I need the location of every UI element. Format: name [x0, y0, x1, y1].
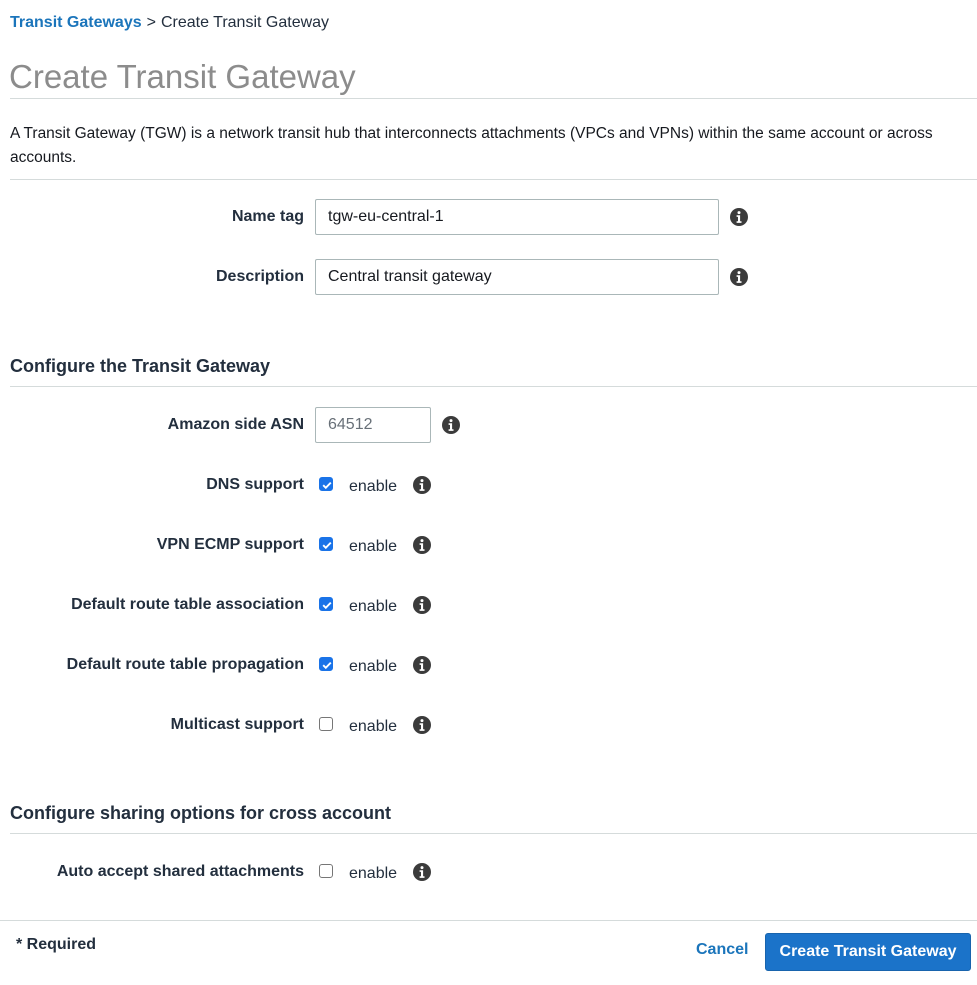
- name-tag-label: Name tag: [231, 208, 304, 225]
- name-tag-row: Name tag: [0, 199, 977, 235]
- checkmark-icon: [322, 481, 332, 490]
- info-icon[interactable]: [412, 595, 432, 615]
- rt-propagation-enable-text: enable: [349, 658, 398, 675]
- vpn-ecmp-checkbox[interactable]: [319, 537, 333, 551]
- checkmark-icon: [322, 661, 332, 670]
- dns-support-row: DNS support enable: [0, 467, 977, 503]
- description-input[interactable]: [315, 259, 719, 295]
- sharing-section-title: Configure sharing options for cross acco…: [10, 803, 392, 823]
- info-icon[interactable]: [412, 862, 432, 882]
- sharing-divider: [10, 833, 977, 834]
- vpn-ecmp-label: VPN ECMP support: [156, 536, 304, 553]
- dns-support-enable-text: enable: [349, 478, 398, 495]
- info-icon[interactable]: [412, 475, 432, 495]
- info-icon[interactable]: [729, 207, 749, 227]
- auto-accept-enable-text: enable: [349, 865, 398, 882]
- intro-text: A Transit Gateway (TGW) is a network tra…: [10, 125, 933, 166]
- multicast-label: Multicast support: [170, 716, 304, 733]
- intro-divider: [10, 179, 977, 180]
- multicast-checkbox[interactable]: [319, 717, 333, 731]
- page-title: Create Transit Gateway: [9, 58, 356, 95]
- vpn-ecmp-enable-text: enable: [349, 538, 398, 555]
- info-icon[interactable]: [441, 415, 461, 435]
- rt-association-checkbox[interactable]: [319, 597, 333, 611]
- rt-association-row: Default route table association enable: [0, 587, 977, 623]
- auto-accept-row: Auto accept shared attachments enable: [0, 854, 977, 890]
- configure-divider: [10, 386, 977, 387]
- asn-input[interactable]: [315, 407, 431, 443]
- rt-propagation-label: Default route table propagation: [66, 656, 304, 673]
- rt-association-enable-text: enable: [349, 598, 398, 615]
- checkmark-icon: [322, 541, 332, 550]
- info-icon[interactable]: [412, 715, 432, 735]
- description-label: Description: [215, 268, 304, 285]
- required-note: * Required: [16, 936, 97, 953]
- breadcrumb-transit-gateways-link[interactable]: Transit Gateways: [10, 14, 142, 31]
- dns-support-checkbox[interactable]: [319, 477, 333, 491]
- breadcrumb-current: Create Transit Gateway: [160, 14, 330, 31]
- dns-support-label: DNS support: [206, 476, 304, 493]
- title-divider: [10, 98, 977, 99]
- description-row: Description: [0, 259, 977, 295]
- rt-association-label: Default route table association: [71, 596, 304, 613]
- vpn-ecmp-row: VPN ECMP support enable: [0, 527, 977, 563]
- asn-row: Amazon side ASN: [0, 407, 977, 443]
- info-icon[interactable]: [412, 535, 432, 555]
- name-tag-input[interactable]: [315, 199, 719, 235]
- info-icon[interactable]: [729, 267, 749, 287]
- rt-propagation-checkbox[interactable]: [319, 657, 333, 671]
- info-icon[interactable]: [412, 655, 432, 675]
- auto-accept-label: Auto accept shared attachments: [56, 863, 304, 880]
- configure-section-title: Configure the Transit Gateway: [10, 356, 271, 376]
- auto-accept-checkbox[interactable]: [319, 864, 333, 878]
- footer-divider: [0, 920, 977, 921]
- multicast-row: Multicast support enable: [0, 707, 977, 743]
- checkmark-icon: [322, 601, 332, 610]
- asn-label: Amazon side ASN: [167, 416, 304, 433]
- multicast-enable-text: enable: [349, 718, 398, 735]
- cancel-button[interactable]: Cancel: [696, 941, 748, 959]
- create-transit-gateway-button[interactable]: Create Transit Gateway: [765, 933, 971, 971]
- breadcrumb: Transit Gateways > Create Transit Gateway: [10, 14, 329, 32]
- breadcrumb-separator: >: [146, 14, 156, 31]
- rt-propagation-row: Default route table propagation enable: [0, 647, 977, 683]
